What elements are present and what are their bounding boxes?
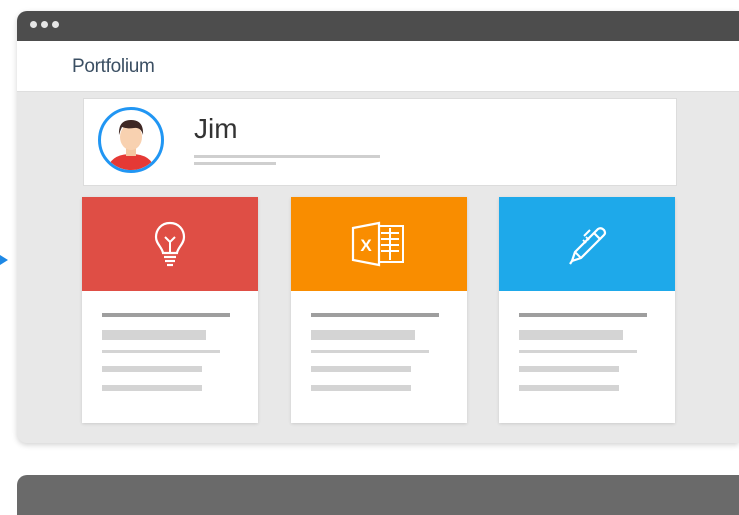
card-header-3 — [499, 197, 675, 291]
avatar[interactable] — [98, 107, 164, 173]
arrow-pointer-icon — [0, 255, 8, 265]
site-header: Portfolium — [17, 41, 739, 92]
card-line — [519, 366, 619, 372]
browser-window: Portfolium Jim X — [17, 11, 739, 443]
card-line — [519, 330, 623, 340]
card-line — [519, 313, 647, 317]
card-line — [311, 366, 411, 372]
window-control-dot-1[interactable] — [30, 21, 37, 28]
card-line — [311, 330, 415, 340]
card-line — [519, 385, 619, 391]
card-line — [311, 313, 439, 317]
lightbulb-icon — [154, 221, 186, 267]
card-line — [102, 330, 206, 340]
card-line — [311, 350, 429, 353]
profile-name[interactable]: Jim — [194, 113, 238, 145]
window-control-dot-2[interactable] — [41, 21, 48, 28]
card-header-1 — [82, 197, 258, 291]
card-line — [519, 350, 637, 353]
window-titlebar — [17, 11, 739, 41]
second-browser-window — [17, 475, 739, 515]
user-avatar-icon — [107, 120, 155, 170]
portfolio-card-1[interactable] — [82, 197, 258, 423]
card-line — [102, 385, 202, 391]
brand-logo[interactable]: Portfolium — [72, 56, 155, 78]
portfolio-card-3[interactable] — [499, 197, 675, 423]
portfolio-card-2[interactable]: X — [291, 197, 467, 423]
card-line — [311, 385, 411, 391]
card-header-2: X — [291, 197, 467, 291]
profile-card[interactable]: Jim — [83, 98, 677, 186]
excel-icon: X — [351, 221, 404, 267]
card-line — [102, 350, 220, 353]
card-line — [102, 366, 202, 372]
excel-icon-letter: X — [360, 236, 372, 255]
pen-icon — [569, 227, 607, 265]
profile-subtitle-line-short — [194, 162, 276, 165]
window-control-dot-3[interactable] — [52, 21, 59, 28]
profile-subtitle-line — [194, 155, 380, 158]
card-line — [102, 313, 230, 317]
